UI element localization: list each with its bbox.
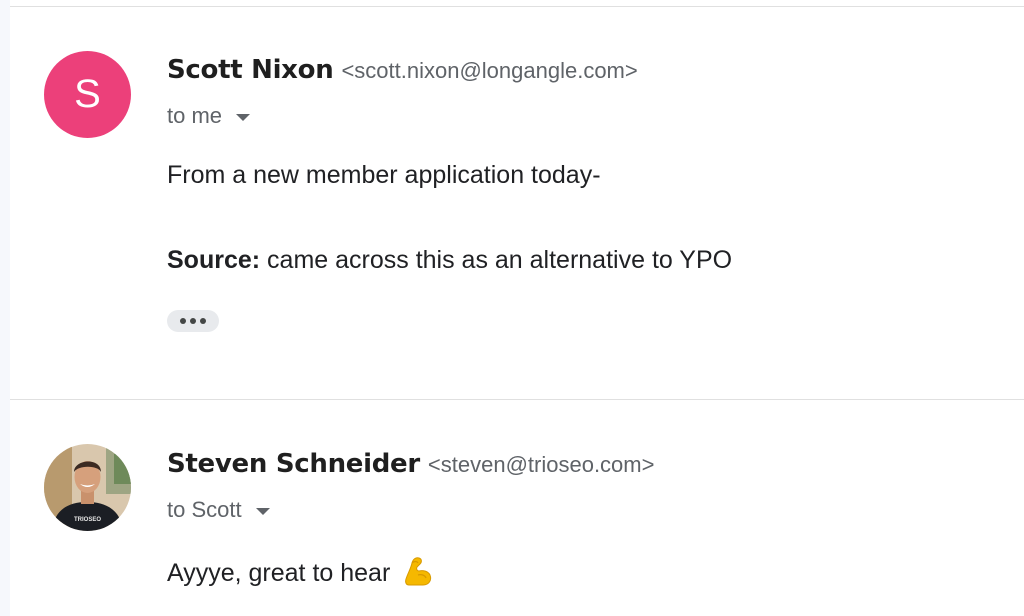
avatar[interactable]: TRIOSEO: [44, 444, 131, 531]
caret-down-icon[interactable]: [236, 113, 251, 121]
ellipsis-dot-icon: [180, 318, 186, 324]
avatar[interactable]: S: [44, 51, 131, 138]
sender-email: <steven@trioseo.com>: [427, 452, 655, 477]
flexed-biceps-icon: [403, 555, 433, 594]
recipient-dropdown[interactable]: to me: [167, 103, 251, 129]
sender-line: Scott Nixon <scott.nixon@longangle.com>: [167, 55, 638, 85]
avatar-photo-icon: TRIOSEO: [44, 444, 131, 531]
source-label: Source:: [167, 246, 261, 274]
message-steven-schneider[interactable]: TRIOSEO Steven Schneider <steven@trioseo…: [10, 400, 1024, 616]
message-scott-nixon[interactable]: S Scott Nixon <scott.nixon@longangle.com…: [10, 0, 1024, 400]
recipient-dropdown[interactable]: to Scott: [167, 497, 270, 523]
sender-line: Steven Schneider <steven@trioseo.com>: [167, 449, 654, 479]
avatar-shirt-text: TRIOSEO: [74, 517, 101, 523]
show-trimmed-content-button[interactable]: [167, 310, 219, 332]
sender-name[interactable]: Steven Schneider: [167, 449, 420, 479]
source-text: came across this as an alternative to YP…: [260, 246, 733, 274]
ellipsis-dot-icon: [190, 318, 196, 324]
avatar-letter: S: [74, 72, 101, 116]
recipient-label: to me: [167, 103, 223, 128]
message-body-line: Ayyye, great to hear: [167, 555, 433, 594]
sender-email: <scott.nixon@longangle.com>: [341, 58, 638, 83]
sender-name[interactable]: Scott Nixon: [167, 55, 334, 85]
message-body-line: From a new member application today-: [167, 161, 601, 189]
ellipsis-dot-icon: [200, 318, 206, 324]
message-source-line: Source: came across this as an alternati…: [167, 246, 732, 275]
left-gutter: [0, 0, 10, 616]
caret-down-icon[interactable]: [255, 507, 270, 515]
recipient-label: to Scott: [167, 497, 242, 522]
message-body-text: Ayyye, great to hear: [167, 559, 391, 587]
